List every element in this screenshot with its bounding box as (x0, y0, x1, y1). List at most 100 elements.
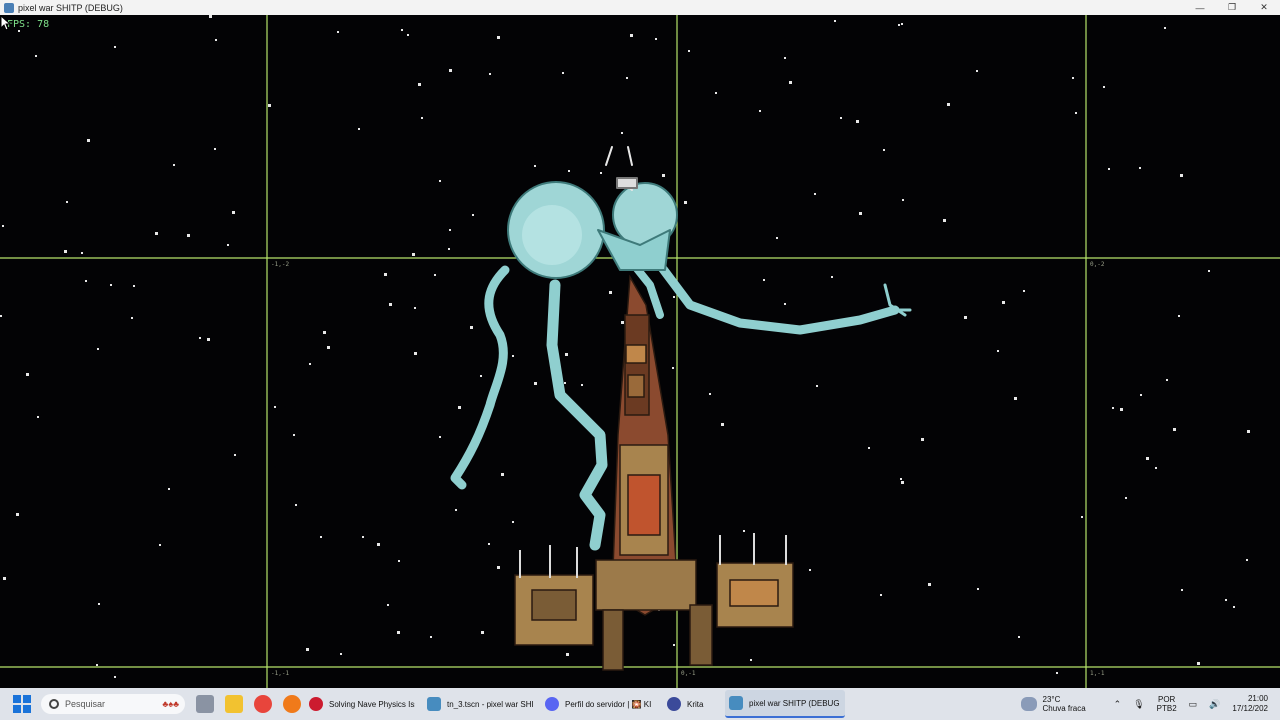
star (3, 577, 6, 580)
star (565, 353, 568, 356)
star (295, 504, 297, 506)
star (534, 165, 536, 167)
star (883, 149, 885, 151)
star (672, 367, 674, 369)
star (323, 331, 326, 334)
chrome-icon[interactable] (254, 695, 272, 713)
star (1108, 168, 1110, 170)
star (763, 279, 765, 281)
star (1120, 408, 1123, 411)
taskbar-search[interactable]: Pesquisar ♣♠♣ (41, 694, 185, 714)
star (673, 644, 675, 646)
chevron-up-icon[interactable]: ⌃ (1114, 699, 1122, 710)
star (1166, 379, 1168, 381)
star (131, 317, 133, 319)
star (497, 566, 500, 569)
star (902, 199, 904, 201)
start-button[interactable] (13, 695, 31, 713)
game-scene: -1,-2 0,-2 -1,-1 0,-1 1,-1 (0, 15, 1280, 688)
file-explorer-icon[interactable] (225, 695, 243, 713)
star (630, 34, 633, 37)
star (401, 29, 403, 31)
star (947, 103, 950, 106)
taskbar-app-label: Krita (687, 699, 704, 709)
star (434, 274, 436, 276)
star (480, 375, 482, 377)
star (1002, 301, 1005, 304)
network-icon[interactable]: ▭ (1189, 699, 1198, 710)
star (688, 50, 690, 52)
star (98, 603, 100, 605)
star (215, 39, 217, 41)
search-icon (49, 699, 59, 709)
star (133, 285, 135, 287)
star (1014, 397, 1017, 400)
godot-icon (729, 696, 743, 710)
star (449, 229, 451, 231)
star (2, 225, 4, 227)
star (110, 284, 112, 286)
star (81, 252, 83, 254)
star (87, 139, 90, 142)
weather-widget[interactable]: 23°C Chuva fraca (1020, 695, 1086, 713)
minimize-button[interactable]: — (1184, 0, 1216, 15)
star (809, 569, 811, 571)
grid-label: 1,-1 (1090, 670, 1105, 677)
microphone-icon[interactable]: 🎙 (1133, 699, 1144, 710)
task-view-icon[interactable] (196, 695, 214, 713)
system-tray: 23°C Chuva fraca ⌃ 🎙 POR PTB2 ▭ 🔊 21:00 … (1020, 688, 1280, 720)
star (1155, 467, 1157, 469)
star (1140, 394, 1142, 396)
star (389, 303, 392, 306)
star (85, 280, 87, 282)
star (448, 248, 450, 250)
star (684, 201, 687, 204)
star (880, 594, 882, 596)
star (1173, 428, 1176, 431)
star (497, 36, 500, 39)
volume-icon[interactable]: 🔊 (1209, 699, 1220, 710)
star (407, 34, 409, 36)
restore-button[interactable]: ❐ (1216, 0, 1248, 15)
star (534, 382, 537, 385)
star (16, 513, 19, 516)
game-viewport[interactable]: -1,-2 0,-2 -1,-1 0,-1 1,-1 FPS: 78 (0, 15, 1280, 688)
grid-label: -1,-1 (271, 670, 289, 677)
star (856, 120, 859, 123)
star (455, 509, 457, 511)
star (387, 604, 389, 606)
firefox-icon[interactable] (283, 695, 301, 713)
star (943, 219, 946, 222)
taskbar-app-discord[interactable]: Perfil do servidor | 🎇 KI (541, 690, 659, 718)
taskbar-app-opera[interactable]: Solving Nave Physics Iss (305, 690, 419, 718)
star (439, 436, 441, 438)
star (1180, 174, 1183, 177)
taskbar-app-game-debug[interactable]: pixel war SHITP (DEBUG (725, 690, 845, 718)
star (840, 117, 842, 119)
taskbar-app-krita[interactable]: Krita (663, 690, 721, 718)
krita-icon (667, 697, 681, 711)
star (1247, 430, 1250, 433)
star (227, 244, 229, 246)
star (414, 307, 416, 309)
star (609, 291, 612, 294)
star (1146, 457, 1149, 460)
close-button[interactable]: ✕ (1248, 0, 1280, 15)
search-highlight-icon: ♣♠♣ (162, 699, 179, 709)
star (759, 110, 761, 112)
language-indicator[interactable]: POR PTB2 (1157, 695, 1177, 713)
grid-label: -1,-2 (271, 261, 289, 268)
mouse-cursor-icon (0, 15, 12, 31)
star (564, 382, 566, 384)
star (159, 544, 161, 546)
star (1164, 27, 1166, 29)
star (789, 81, 792, 84)
system-clock[interactable]: 21:00 17/12/202 (1232, 694, 1268, 714)
star (155, 232, 158, 235)
star (501, 473, 504, 476)
star (488, 543, 490, 545)
star (784, 57, 786, 59)
star (96, 664, 98, 666)
taskbar-app-godot-editor[interactable]: tn_3.tscn - pixel war SHI (423, 690, 537, 718)
star (26, 373, 29, 376)
